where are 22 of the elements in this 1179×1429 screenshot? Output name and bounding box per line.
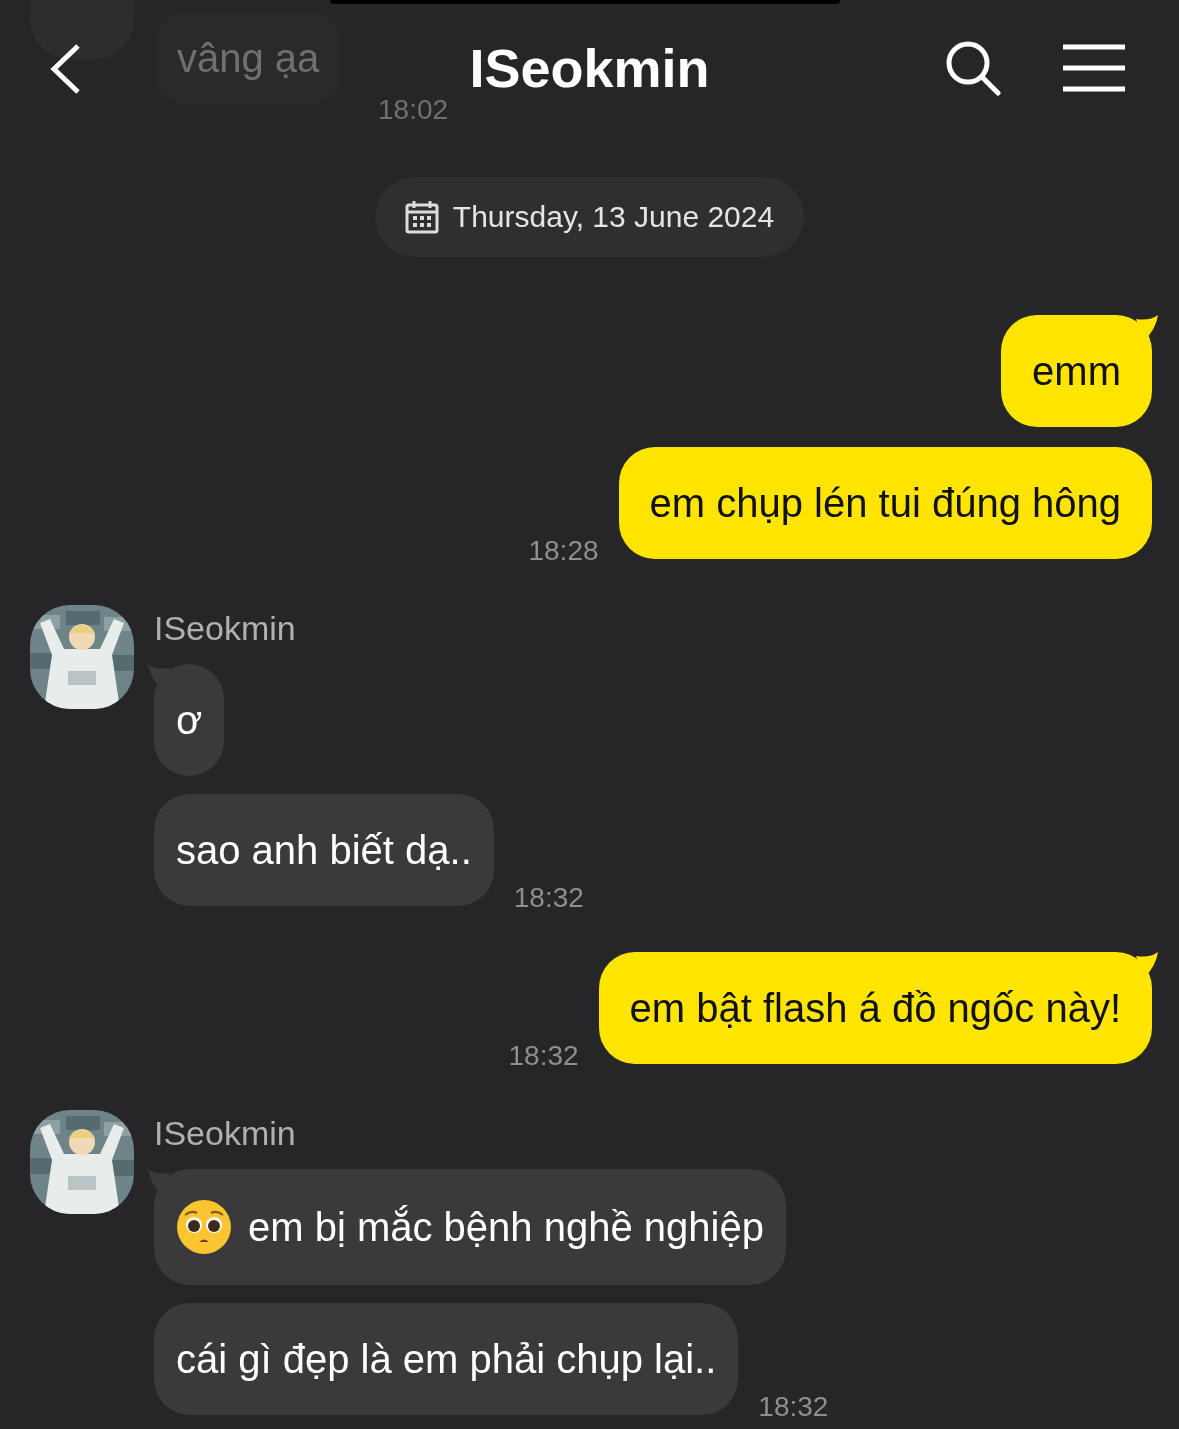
sender-name: ISeokmin	[154, 1114, 297, 1153]
message-bubble: sao anh biết dạ..	[154, 794, 494, 906]
message-time: 18:32	[508, 1040, 579, 1072]
faded-time: 18:02	[378, 94, 449, 126]
message-time: 18:32	[758, 1391, 829, 1423]
back-button[interactable]	[48, 42, 82, 96]
message-bubble: em chụp lén tui đúng hông	[618, 447, 1152, 559]
pleading-face-icon	[176, 1199, 232, 1255]
message-bubble: em bật flash á đồ ngốc này!	[598, 952, 1152, 1064]
message-bubble: em bị mắc bệnh nghề nghiệp	[154, 1169, 786, 1285]
message-bubble: cái gì đẹp là em phải chụp lại..	[154, 1303, 739, 1415]
calendar-icon	[404, 200, 439, 234]
message-bubble: emm	[1001, 315, 1152, 427]
message-time: 18:32	[513, 882, 584, 914]
date-text: Thursday, 13 June 2024	[452, 200, 775, 234]
message-bubble: ơ	[154, 664, 225, 776]
search-button[interactable]	[945, 40, 1001, 96]
chat-title: ISeokmin	[469, 36, 710, 99]
sender-name: ISeokmin	[154, 609, 297, 648]
message-time: 18:28	[528, 535, 599, 567]
faded-message: vâng ạa	[155, 12, 342, 105]
menu-button[interactable]	[1063, 44, 1125, 92]
